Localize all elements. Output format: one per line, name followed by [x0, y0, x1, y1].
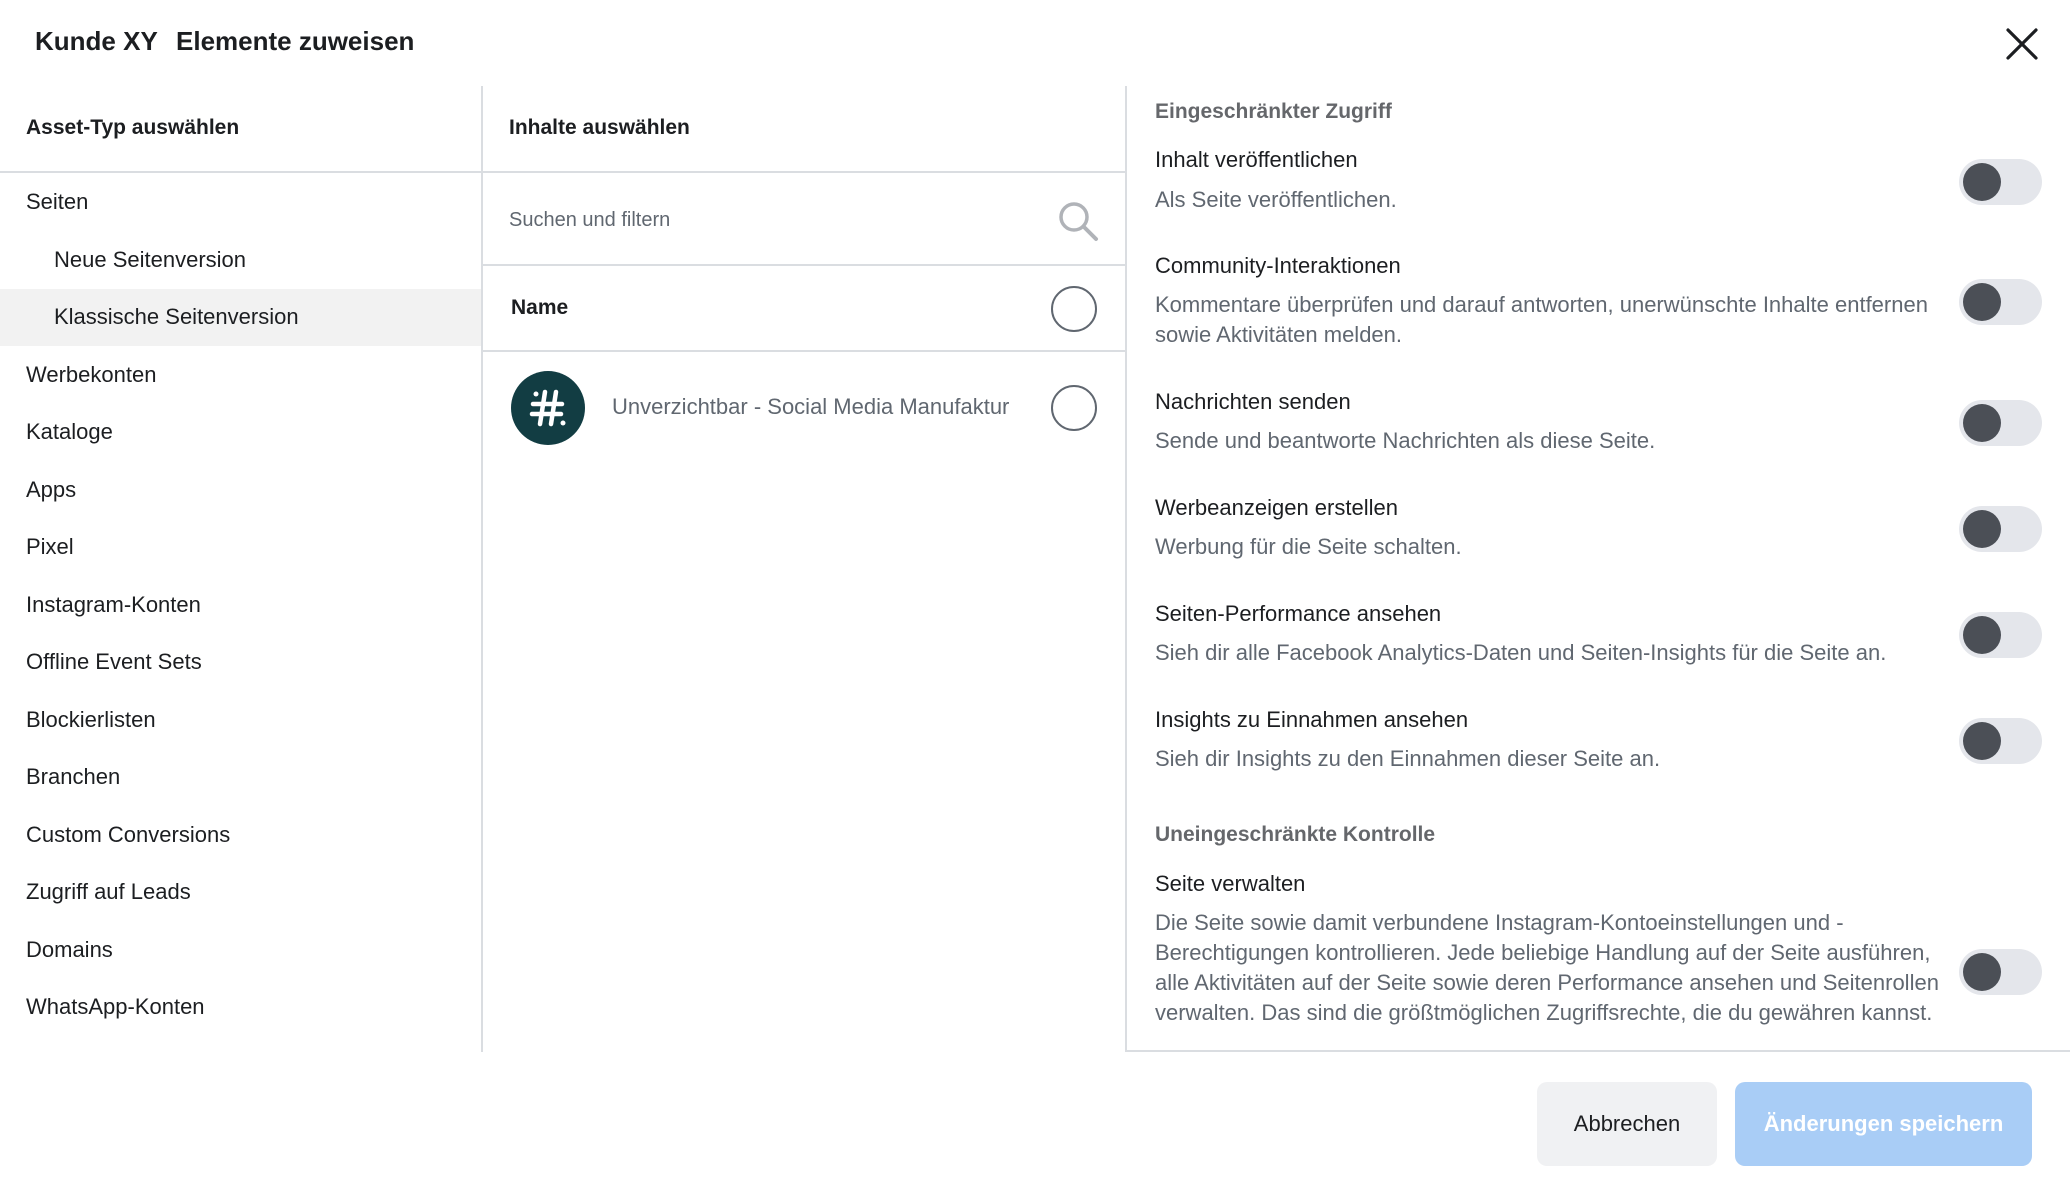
toggle-knob — [1963, 953, 2001, 991]
asset-type-industries[interactable]: Branchen — [0, 749, 481, 806]
name-column-header: Name — [483, 266, 1125, 352]
permission-title: Nachrichten senden — [1155, 389, 1351, 414]
asset-type-classic-page-version[interactable]: Klassische Seitenversion — [0, 289, 481, 346]
permission-title: Inhalt veröffentlichen — [1155, 147, 1358, 172]
asset-type-heading: Asset-Typ auswählen — [0, 86, 481, 173]
permission-description: Die Seite sowie damit verbundene Instagr… — [1155, 910, 1939, 1025]
toggle-community-interactions[interactable] — [1959, 279, 2042, 325]
toggle-knob — [1963, 163, 2001, 201]
avatar — [511, 371, 585, 445]
permission-title: Werbeanzeigen erstellen — [1155, 495, 1398, 520]
asset-type-apps[interactable]: Apps — [0, 462, 481, 519]
asset-type-catalogs[interactable]: Kataloge — [0, 404, 481, 461]
asset-type-whatsapp-accounts[interactable]: WhatsApp-Konten — [0, 979, 481, 1036]
brand-logo-icon — [529, 389, 566, 427]
permission-description: Sieh dir Insights zu den Einnahmen diese… — [1155, 746, 1661, 771]
toggle-page-performance[interactable] — [1959, 612, 2042, 658]
toggle-publish-content[interactable] — [1959, 159, 2042, 205]
permission-description: Werbung für die Seite schalten. — [1155, 534, 1462, 559]
search-bar — [483, 173, 1125, 266]
asset-type-custom-conversions[interactable]: Custom Conversions — [0, 807, 481, 864]
permission-title: Insights zu Einnahmen ansehen — [1155, 707, 1469, 732]
toggle-send-messages[interactable] — [1959, 400, 2042, 446]
permissions-panel: Eingeschränkter Zugriff Inhalt veröffent… — [1127, 86, 2070, 1052]
toggle-knob — [1963, 722, 2001, 760]
toggle-create-ads[interactable] — [1959, 506, 2042, 552]
toggle-knob — [1963, 510, 2001, 548]
save-changes-button[interactable]: Änderungen speichern — [1735, 1082, 2032, 1166]
content-select-panel: Inhalte auswählen Name Unverzichtbar - — [483, 86, 1127, 1052]
asset-type-lead-access[interactable]: Zugriff auf Leads — [0, 864, 481, 921]
asset-select-radio[interactable] — [1051, 385, 1097, 431]
asset-type-pixel[interactable]: Pixel — [0, 519, 481, 576]
content-select-heading: Inhalte auswählen — [483, 86, 1125, 173]
close-button[interactable] — [2004, 26, 2040, 62]
search-input[interactable] — [509, 203, 1029, 237]
permission-title: Seite verwalten — [1155, 871, 1306, 896]
full-control-heading: Uneingeschränkte Kontrolle — [1155, 823, 1436, 846]
asset-list-item[interactable]: Unverzichtbar - Social Media Manufaktur — [483, 352, 1125, 464]
asset-type-domains[interactable]: Domains — [0, 922, 481, 979]
asset-type-new-page-version[interactable]: Neue Seitenversion — [0, 232, 481, 289]
permission-title: Seiten-Performance ansehen — [1155, 601, 1442, 626]
asset-name: Unverzichtbar - Social Media Manufaktur — [612, 394, 1010, 419]
asset-type-block-lists[interactable]: Blockierlisten — [0, 692, 481, 749]
search-icon[interactable] — [1056, 199, 1100, 243]
dialog-title: Elemente zuweisen — [176, 26, 415, 56]
dialog-header: Kunde XY Elemente zuweisen — [0, 0, 2070, 86]
toggle-revenue-insights[interactable] — [1959, 718, 2042, 764]
close-icon — [2006, 28, 2038, 60]
permission-description: Als Seite veröffentlichen. — [1155, 187, 1397, 212]
asset-type-panel: Asset-Typ auswählen Seiten Neue Seitenve… — [0, 86, 483, 1052]
toggle-knob — [1963, 283, 2001, 321]
asset-type-instagram-accounts[interactable]: Instagram-Konten — [0, 577, 481, 634]
permission-title: Community-Interaktionen — [1155, 253, 1401, 278]
permission-description: Sende und beantworte Nachrichten als die… — [1155, 428, 1656, 453]
restricted-access-heading: Eingeschränkter Zugriff — [1155, 100, 1392, 123]
cancel-button[interactable]: Abbrechen — [1537, 1082, 1717, 1166]
asset-type-ad-accounts[interactable]: Werbekonten — [0, 347, 481, 404]
asset-type-pages[interactable]: Seiten — [0, 174, 481, 231]
asset-type-offline-event-sets[interactable]: Offline Event Sets — [0, 634, 481, 691]
permission-description: Kommentare überprüfen und darauf antwort… — [1155, 292, 1928, 347]
client-name: Kunde XY — [35, 26, 158, 56]
permission-description: Sieh dir alle Facebook Analytics-Daten u… — [1155, 640, 1887, 665]
select-all-radio[interactable] — [1051, 286, 1097, 332]
toggle-manage-page[interactable] — [1959, 949, 2042, 995]
name-column-label: Name — [511, 296, 569, 319]
toggle-knob — [1963, 404, 2001, 442]
toggle-knob — [1963, 616, 2001, 654]
